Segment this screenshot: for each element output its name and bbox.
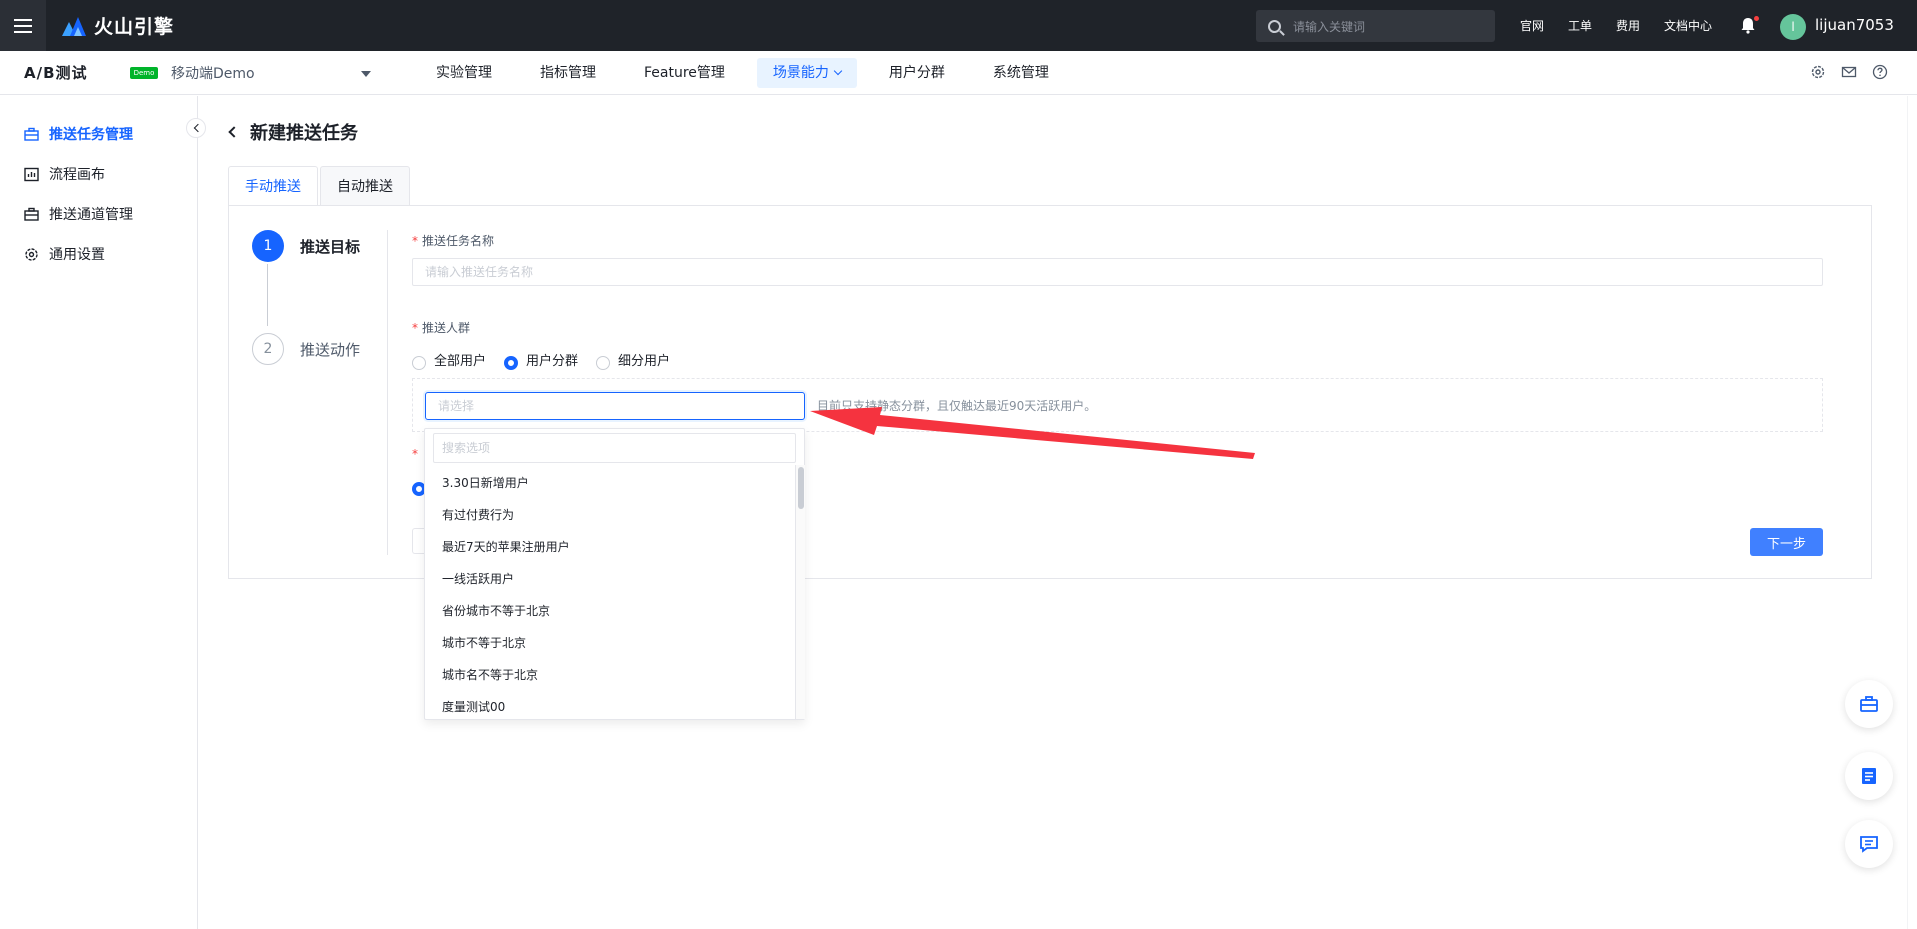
nav-metrics[interactable]: 指标管理 (524, 58, 612, 88)
scrollbar-thumb[interactable] (798, 467, 804, 509)
step-number: 2 (252, 333, 284, 365)
dropdown-scrollbar[interactable] (795, 465, 805, 719)
radio-user-segment[interactable]: 用户分群 (504, 350, 578, 370)
float-docs-button[interactable] (1845, 752, 1893, 800)
back-arrow-icon[interactable] (228, 126, 240, 138)
subbar-tools (1810, 64, 1903, 80)
app-selector[interactable]: 移动端Demo (171, 63, 255, 83)
radio-circle (596, 355, 611, 370)
brand-name: 火山引擎 (94, 16, 175, 38)
steps-divider (387, 230, 388, 555)
chevron-left-icon (193, 123, 202, 133)
float-feedback-button[interactable] (1845, 820, 1893, 868)
help-icon[interactable] (1872, 64, 1888, 80)
top-links: 官网 工单 费用 文档中心 (1520, 0, 1736, 51)
sidebar-item-push-channels[interactable]: 推送通道管理 (24, 204, 133, 224)
sidebar-item-flow-canvas[interactable]: 流程画布 (24, 164, 105, 184)
nav-features[interactable]: Feature管理 (628, 58, 741, 88)
dropdown-option[interactable]: 最近7天的苹果注册用户 (425, 531, 795, 563)
page-title-text: 新建推送任务 (250, 123, 358, 144)
username[interactable]: lijuan7053 (1815, 16, 1894, 34)
float-toolbox-button[interactable] (1845, 680, 1893, 728)
link-billing[interactable]: 费用 (1616, 17, 1640, 34)
page-scrollbar[interactable] (1907, 96, 1917, 929)
sidebar-collapse-button[interactable] (186, 118, 206, 138)
main-nav: 实验管理 指标管理 Feature管理 场景能力 用户分群 系统管理 (420, 51, 1081, 95)
global-search-input[interactable]: 请输入关键词 (1256, 10, 1495, 42)
sidebar-item-label: 推送任务管理 (49, 127, 133, 143)
link-official-site[interactable]: 官网 (1520, 17, 1544, 34)
brand[interactable]: 火山引擎 (60, 12, 174, 39)
hidden-field-required-mark: * (412, 447, 418, 461)
dropdown-option[interactable]: 一线活跃用户 (425, 563, 795, 595)
radio-detailed-users[interactable]: 细分用户 (596, 350, 670, 370)
nav-system[interactable]: 系统管理 (977, 58, 1065, 88)
tab-manual-push[interactable]: 手动推送 (228, 166, 318, 206)
dropdown-option[interactable]: 3.30日新增用户 (425, 467, 795, 499)
radio-all-users[interactable]: 全部用户 (412, 350, 486, 370)
annotation-arrow-icon (810, 407, 1255, 459)
step-number: 1 (252, 230, 284, 262)
nav-scenarios[interactable]: 场景能力 (756, 58, 857, 88)
gear-icon (25, 247, 38, 261)
dropdown-option[interactable]: 城市名不等于北京 (425, 659, 795, 691)
search-placeholder: 请输入关键词 (1293, 19, 1366, 34)
avatar[interactable]: l (1780, 14, 1806, 40)
product-nav-bar: A/B测试 Demo 移动端Demo 实验管理 指标管理 Feature管理 场… (0, 51, 1917, 95)
push-mode-tabs: 手动推送 自动推送 (228, 166, 412, 206)
step-label: 推送动作 (300, 340, 361, 359)
hamburger-icon (14, 18, 32, 33)
top-bar: 火山引擎 请输入关键词 官网 工单 费用 文档中心 l lijuan7053 (0, 0, 1917, 51)
dropdown-option[interactable]: 有过付费行为 (425, 499, 795, 531)
step-1[interactable]: 1 推送目标 (252, 230, 360, 262)
link-docs[interactable]: 文档中心 (1664, 17, 1712, 34)
chart-board-icon (24, 167, 39, 181)
briefcase-icon (24, 207, 39, 221)
sidebar-item-push-tasks[interactable]: 推送任务管理 (24, 124, 133, 144)
task-name-input[interactable]: 请输入推送任务名称 (412, 258, 1823, 286)
menu-button[interactable] (0, 0, 46, 51)
notification-dot (1754, 16, 1759, 21)
segment-dropdown: 搜索选项 3.30日新增用户 有过付费行为 最近7天的苹果注册用户 一线活跃用户… (424, 428, 805, 720)
volcano-logo-icon (62, 16, 86, 36)
toolbox-icon (1860, 696, 1878, 712)
segment-select[interactable]: 请选择 (425, 392, 805, 420)
mail-icon[interactable] (1841, 64, 1857, 80)
search-icon (1268, 19, 1281, 33)
dropdown-option[interactable]: 度量测试00 (425, 691, 795, 723)
demo-badge: Demo (130, 67, 158, 79)
step-connector (267, 264, 268, 326)
audience-radio-group: 全部用户 用户分群 细分用户 (412, 350, 688, 370)
sidebar-item-label: 推送通道管理 (49, 207, 133, 223)
audience-label: * 推送人群 (412, 321, 471, 335)
step-2[interactable]: 2 推送动作 (252, 333, 360, 365)
chevron-down-icon (833, 66, 843, 76)
nav-user-segments[interactable]: 用户分群 (873, 58, 961, 88)
radio-circle (412, 355, 426, 370)
sidebar-item-label: 通用设置 (49, 247, 105, 263)
briefcase-icon (24, 127, 39, 141)
product-name: A/B测试 (24, 64, 88, 82)
next-step-button[interactable]: 下一步 (1750, 528, 1823, 556)
dropdown-options: 3.30日新增用户 有过付费行为 最近7天的苹果注册用户 一线活跃用户 省份城市… (425, 467, 795, 723)
radio-circle-checked (504, 355, 519, 370)
task-name-label: * 推送任务名称 (412, 234, 495, 248)
dropdown-option[interactable]: 省份城市不等于北京 (425, 595, 795, 627)
dropdown-option[interactable]: 城市不等于北京 (425, 627, 795, 659)
sidebar-item-general-settings[interactable]: 通用设置 (24, 244, 105, 264)
page-title: 新建推送任务 (228, 119, 358, 145)
chat-icon (1860, 836, 1878, 853)
sidebar-item-label: 流程画布 (49, 167, 105, 183)
tab-auto-push[interactable]: 自动推送 (320, 166, 410, 206)
nav-experiments[interactable]: 实验管理 (420, 58, 508, 88)
caret-down-icon[interactable] (361, 71, 371, 77)
gear-icon[interactable] (1810, 64, 1826, 80)
link-tickets[interactable]: 工单 (1568, 17, 1592, 34)
document-icon (1862, 768, 1876, 784)
dropdown-search-input[interactable]: 搜索选项 (433, 433, 796, 463)
step-label: 推送目标 (300, 237, 361, 256)
